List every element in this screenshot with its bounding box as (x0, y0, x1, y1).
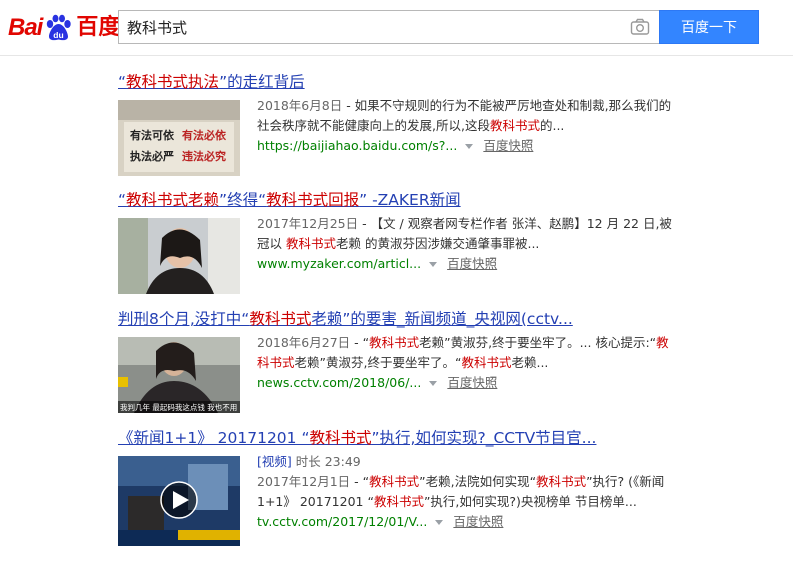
search-button[interactable]: 百度一下 (659, 10, 759, 44)
search-box (118, 10, 660, 44)
camera-icon[interactable] (630, 18, 650, 36)
video-duration: 时长 23:49 (295, 454, 361, 469)
source-url[interactable]: tv.cctv.com/2017/12/01/V... (257, 514, 427, 529)
result-title[interactable]: 判刑8个月,没打中“教科书式老赖”的要害_新闻频道_央视网(cctv... (118, 309, 678, 329)
source-url[interactable]: news.cctv.com/2018/06/... (257, 375, 421, 390)
result-body: 2018年6月8日 - 如果不守规则的行为不能被严厉地查处和制裁,那么我们的社会… (257, 96, 677, 156)
dropdown-arrow-icon[interactable] (435, 519, 444, 525)
cache-link[interactable]: 百度快照 (453, 514, 503, 529)
result-title[interactable]: 《新闻1+1》 20171201 “教科书式”执行,如何实现?_CCTV节目官.… (118, 428, 678, 448)
result-item: “教科书式执法”的走红背后 有法可依 有法必依 执法必严 违法必究 2018年6… (118, 72, 678, 182)
logo-text-cn: 百度 (76, 15, 121, 40)
search-header: Bai du 百度 百度一下 (0, 0, 793, 56)
svg-text:du: du (54, 30, 64, 40)
paw-icon: du (43, 13, 73, 43)
cache-link[interactable]: 百度快照 (483, 138, 533, 153)
source-url[interactable]: https://baijiahao.baidu.com/s?... (257, 138, 457, 153)
video-meta: [视频] 时长 23:49 (257, 452, 677, 472)
logo-text-latin: Bai (8, 14, 43, 41)
dropdown-arrow-icon[interactable] (465, 143, 474, 149)
source-url[interactable]: www.myzaker.com/articl... (257, 256, 421, 271)
result-snippet: 2018年6月8日 - 如果不守规则的行为不能被严厉地查处和制裁,那么我们的社会… (257, 98, 672, 133)
result-body: [视频] 时长 23:49 2017年12月1日 - “教科书式”老赖,法院如何… (257, 452, 677, 532)
result-thumbnail[interactable]: 我判几年 最起码我这点钱 我也不用 (118, 337, 240, 413)
result-source: https://baijiahao.baidu.com/s?... 百度快照 (257, 136, 677, 156)
thumb-text: 有法可依 (130, 128, 175, 142)
dropdown-arrow-icon[interactable] (429, 380, 438, 386)
thumb-text: 有法必依 (182, 128, 227, 142)
dropdown-arrow-icon[interactable] (429, 261, 438, 267)
result-snippet: 2017年12月25日 - 【文 / 观察者网专栏作者 张洋、赵鹏】12 月 2… (257, 216, 672, 251)
result-snippet: 2018年6月27日 - “教科书式老赖”黄淑芬,终于要坐牢了。... 核心提示… (257, 335, 669, 370)
search-input[interactable] (119, 11, 619, 43)
result-thumbnail[interactable]: 有法可依 有法必依 执法必严 违法必究 (118, 100, 240, 176)
cache-link[interactable]: 百度快照 (447, 256, 497, 271)
result-item: 《新闻1+1》 20171201 “教科书式”执行,如何实现?_CCTV节目官.… (118, 428, 678, 558)
result-snippet: 2017年12月1日 - “教科书式”老赖,法院如何实现“教科书式”执行? (《… (257, 474, 665, 509)
cache-link[interactable]: 百度快照 (447, 375, 497, 390)
result-title[interactable]: “教科书式老赖”终得“教科书式回报” -ZAKER新闻 (118, 190, 678, 210)
baidu-logo[interactable]: Bai du 百度 (8, 9, 120, 43)
result-item: “教科书式老赖”终得“教科书式回报” -ZAKER新闻 2017年12月25日 … (118, 190, 678, 300)
thumb-text: 违法必究 (182, 149, 226, 163)
result-title[interactable]: “教科书式执法”的走红背后 (118, 72, 678, 92)
thumb-text: 执法必严 (130, 149, 174, 163)
result-source: news.cctv.com/2018/06/... 百度快照 (257, 373, 677, 393)
result-body: 2018年6月27日 - “教科书式老赖”黄淑芬,终于要坐牢了。... 核心提示… (257, 333, 677, 393)
video-tag: [视频] (257, 454, 292, 469)
result-body: 2017年12月25日 - 【文 / 观察者网专栏作者 张洋、赵鹏】12 月 2… (257, 214, 677, 274)
result-source: www.myzaker.com/articl... 百度快照 (257, 254, 677, 274)
result-thumbnail[interactable] (118, 218, 240, 294)
thumb-caption: 我判几年 最起码我这点钱 我也不用 (120, 402, 237, 412)
result-source: tv.cctv.com/2017/12/01/V... 百度快照 (257, 512, 677, 532)
result-item: 判刑8个月,没打中“教科书式老赖”的要害_新闻频道_央视网(cctv... 我判… (118, 309, 678, 419)
play-icon[interactable] (161, 472, 197, 508)
